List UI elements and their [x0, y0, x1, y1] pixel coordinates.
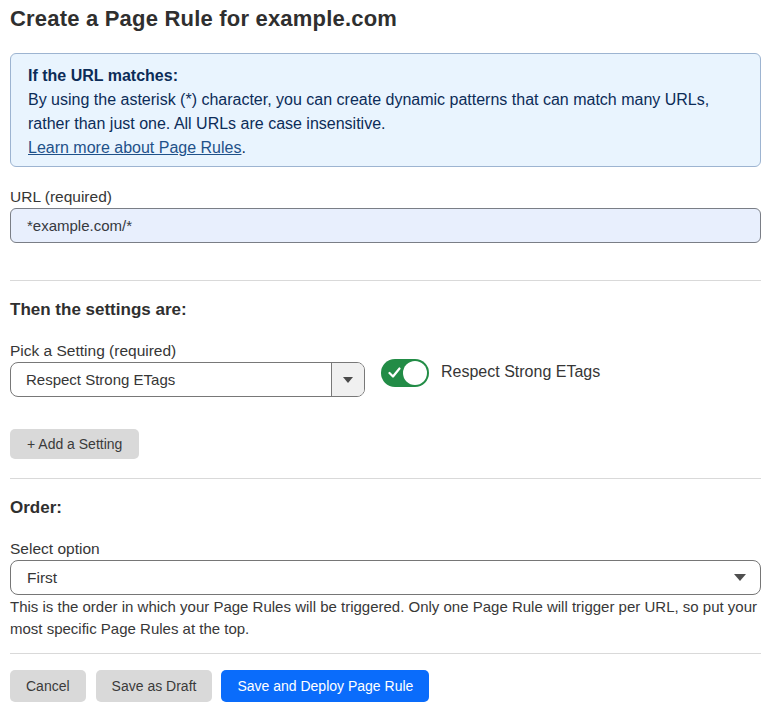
- setting-controls-row: Respect Strong ETags Respect Strong ETag…: [10, 362, 761, 397]
- pick-setting-label: Pick a Setting (required): [10, 341, 761, 361]
- page-rule-form: Create a Page Rule for example.com If th…: [0, 5, 769, 702]
- toggle-label: Respect Strong ETags: [441, 362, 600, 382]
- divider-footer: [10, 653, 761, 654]
- setting-dropdown-button[interactable]: [331, 363, 364, 396]
- page-title: Create a Page Rule for example.com: [10, 5, 761, 33]
- chevron-down-icon: [343, 377, 353, 383]
- save-deploy-button[interactable]: Save and Deploy Page Rule: [221, 670, 429, 702]
- footer-actions: Cancel Save as Draft Save and Deploy Pag…: [10, 670, 761, 702]
- info-box-link-line: Learn more about Page Rules.: [28, 136, 743, 160]
- info-box-heading: If the URL matches:: [28, 64, 743, 88]
- setting-dropdown[interactable]: Respect Strong ETags: [10, 362, 365, 397]
- link-suffix: .: [241, 139, 245, 156]
- info-box-body: By using the asterisk (*) character, you…: [28, 88, 743, 136]
- url-input[interactable]: [10, 208, 761, 243]
- setting-dropdown-value: Respect Strong ETags: [11, 363, 331, 396]
- cancel-button[interactable]: Cancel: [10, 670, 86, 702]
- order-help-text: This is the order in which your Page Rul…: [10, 596, 761, 640]
- order-select-value: First: [11, 561, 760, 594]
- order-heading: Order:: [10, 497, 761, 519]
- divider-settings-order: [10, 478, 761, 479]
- divider-url-settings: [10, 280, 761, 281]
- add-setting-button[interactable]: + Add a Setting: [10, 429, 139, 459]
- select-chevron-down-icon: [734, 561, 746, 594]
- order-select[interactable]: First: [10, 560, 761, 595]
- etags-toggle[interactable]: [381, 359, 429, 387]
- toggle-knob: [403, 361, 427, 385]
- save-draft-button[interactable]: Save as Draft: [96, 670, 213, 702]
- learn-more-link[interactable]: Learn more about Page Rules: [28, 139, 241, 156]
- settings-heading: Then the settings are:: [10, 299, 761, 321]
- check-icon: [388, 366, 401, 379]
- select-option-label: Select option: [10, 539, 761, 559]
- url-field-label: URL (required): [10, 187, 761, 207]
- url-match-info-box: If the URL matches: By using the asteris…: [10, 53, 761, 167]
